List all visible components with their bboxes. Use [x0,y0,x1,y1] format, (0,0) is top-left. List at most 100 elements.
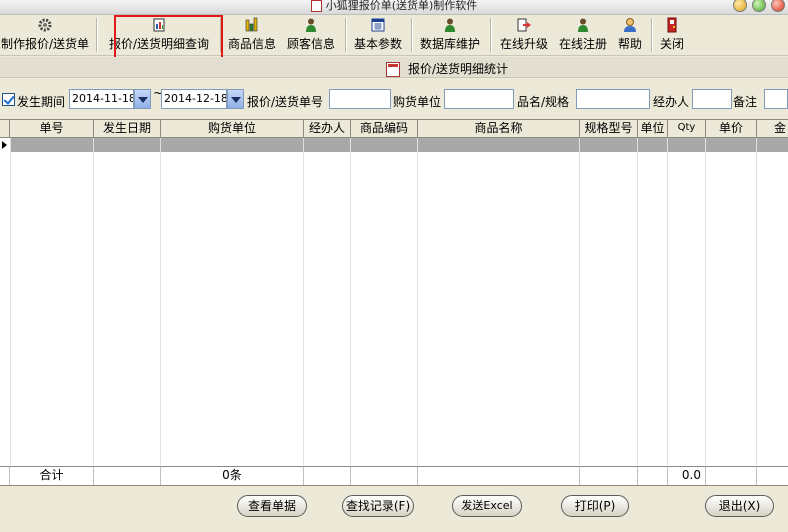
toolbar-online-upgrade-label: 在线升级 [499,37,548,51]
remark-label: 备注 [733,95,758,109]
toolbar-customer-info-button[interactable]: 顾客信息 [282,17,340,53]
current-row-indicator [0,138,10,152]
row-indicator-header [0,120,10,137]
grid-line [303,138,304,465]
grid-line [10,138,11,465]
table-footer: 合计 0条 0.0 [0,466,788,486]
main-toolbar: 制作报价/送货单 报价/送货明细查询 商品信息 顾客信息 基本参数 数据库维护 … [0,15,788,56]
toolbar-close-button[interactable]: 关闭 [656,17,688,53]
grid-line [756,138,757,465]
send-excel-button[interactable]: 发送Excel [452,495,522,517]
gear-icon [38,18,52,32]
person-icon [306,18,316,32]
window-title: 小狐狸报价单(送货单)制作软件 [325,0,478,12]
grid-line [350,138,351,465]
toolbar-separator [220,18,222,52]
bar-chart-icon [245,17,258,32]
export-arrow-icon [517,18,531,32]
grid-line [637,138,638,465]
toolbar-separator [651,18,653,52]
buyer-input[interactable] [444,89,514,109]
footer-cell [638,467,668,485]
column-header[interactable]: 商品编码 [351,120,418,137]
footer-cell [706,467,757,485]
toolbar-help-button[interactable]: 帮助 [614,17,646,53]
period-checkbox[interactable] [2,93,15,106]
grid-line [579,138,580,465]
column-header[interactable]: 商品名称 [418,120,580,137]
person-icon [445,18,455,32]
footer-cell [580,467,638,485]
date-from-dropdown-button[interactable] [134,89,151,109]
view-document-button[interactable]: 查看单据 [237,495,307,517]
footer-cell [94,467,161,485]
person-icon [578,18,588,32]
period-label: 发生期间 [17,95,66,109]
exit-door-icon [667,17,677,33]
order-no-input[interactable] [329,89,391,109]
footer-qty-total: 0.0 [668,467,706,485]
exit-button[interactable]: 退出(X) [705,495,774,517]
column-header[interactable]: 规格型号 [580,120,638,137]
column-header[interactable]: 发生日期 [94,120,161,137]
toolbar-separator [345,18,347,52]
footer-cell [304,467,351,485]
window-title-wrap: 小狐狸报价单(送货单)制作软件 [0,0,788,13]
print-button[interactable]: 打印(P) [561,495,629,517]
date-to-field[interactable]: 2014-12-18 [161,89,227,109]
toolbar-detail-query-label: 报价/送货明细查询 [108,37,210,51]
column-header[interactable]: 购货单位 [161,120,304,137]
column-header[interactable]: 金 [757,120,788,137]
column-header[interactable]: 单号 [10,120,94,137]
footer-indicator [0,467,10,485]
report-icon [386,62,400,77]
toolbar-close-label: 关闭 [659,37,684,51]
panel-title: 报价/送货明细统计 [408,62,509,76]
grid-line [705,138,706,465]
calendar-icon [371,18,385,32]
date-to-dropdown-button[interactable] [227,89,244,109]
find-record-button[interactable]: 查找记录(F) [342,495,414,517]
column-header[interactable]: 单位 [638,120,668,137]
toolbar-help-label: 帮助 [617,37,642,51]
toolbar-product-info-button[interactable]: 商品信息 [224,17,280,53]
grid-line [160,138,161,465]
column-header[interactable]: 单价 [706,120,757,137]
table-row[interactable] [10,138,788,152]
toolbar-make-quote-label: 制作报价/送货单 [0,37,90,51]
handler-label: 经办人 [653,95,690,109]
grid-line [93,138,94,465]
toolbar-online-register-button[interactable]: 在线注册 [556,17,610,53]
column-header[interactable]: 经办人 [304,120,351,137]
title-bar: 小狐狸报价单(送货单)制作软件 [0,0,788,15]
product-input[interactable] [576,89,650,109]
column-header[interactable]: Qty [668,120,706,137]
panel-header: 报价/送货明细统计 [0,57,788,78]
product-label: 品名/规格 [517,95,570,109]
footer-cell [757,467,788,485]
toolbar-separator [490,18,492,52]
document-chart-icon [153,18,165,32]
toolbar-db-maintenance-button[interactable]: 数据库维护 [416,17,484,53]
date-from-field[interactable]: 2014-11-18 [69,89,134,109]
toolbar-basic-params-button[interactable]: 基本参数 [349,17,407,53]
footer-total-label: 合计 [10,467,94,485]
toolbar-db-maintenance-label: 数据库维护 [419,37,480,51]
panel-title-wrap: 报价/送货明细统计 [386,60,508,77]
help-person-icon [624,18,636,32]
toolbar-separator [411,18,413,52]
grid-line [667,138,668,465]
toolbar-separator [96,18,98,52]
toolbar-make-quote-button[interactable]: 制作报价/送货单 [0,17,90,53]
toolbar-online-register-label: 在线注册 [558,37,607,51]
toolbar-online-upgrade-button[interactable]: 在线升级 [496,17,552,53]
toolbar-customer-info-label: 顾客信息 [286,37,335,51]
toolbar-detail-query-button[interactable]: 报价/送货明细查询 [103,17,215,53]
detail-table[interactable]: 单号 发生日期 购货单位 经办人 商品编码 商品名称 规格型号 单位 Qty 单… [0,119,788,486]
footer-count: 0条 [161,467,304,485]
app-icon [310,0,322,12]
remark-input[interactable] [764,89,788,109]
toolbar-product-info-label: 商品信息 [227,37,276,51]
grid-line [417,138,418,465]
handler-input[interactable] [692,89,732,109]
